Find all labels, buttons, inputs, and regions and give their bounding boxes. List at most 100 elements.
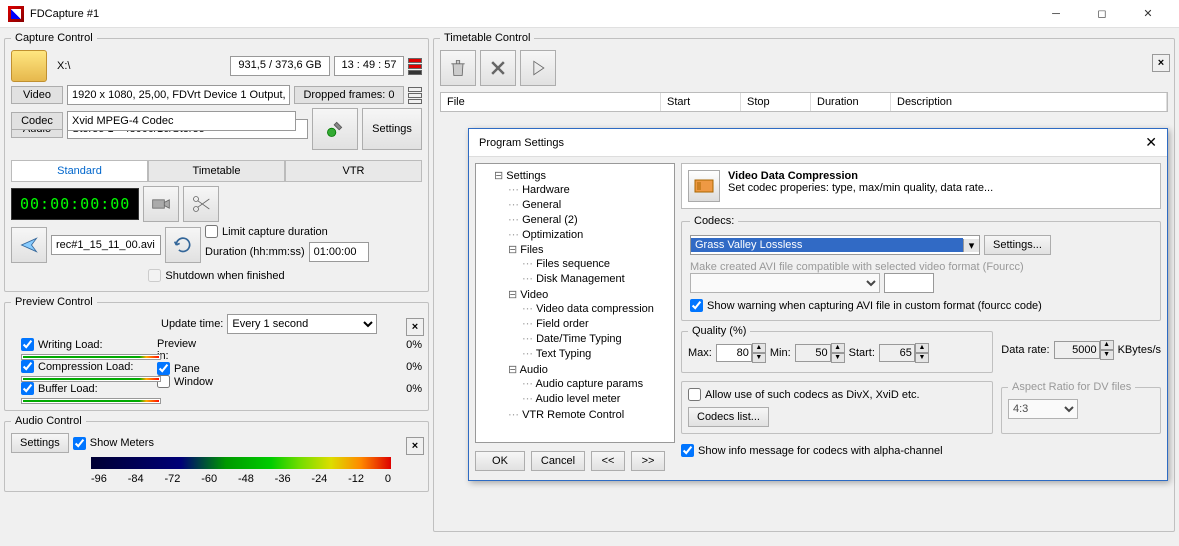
clock: 13 : 49 : 57 bbox=[334, 56, 404, 76]
tree-audio[interactable]: Audio Audio capture params Audio level m… bbox=[508, 362, 670, 407]
timetable-close[interactable]: × bbox=[1152, 54, 1170, 72]
datarate-spin: ▲▼ bbox=[1054, 340, 1114, 360]
limit-checkbox[interactable] bbox=[205, 225, 218, 238]
folder-icon[interactable] bbox=[11, 50, 47, 82]
play-icon bbox=[528, 58, 548, 78]
delete-button[interactable] bbox=[480, 50, 516, 86]
codec-field[interactable] bbox=[67, 111, 296, 131]
shutdown-checkbox bbox=[148, 269, 161, 282]
max-spin[interactable]: ▲▼ bbox=[716, 343, 766, 363]
preview-control-group: Preview Control × Update time: Every 1 s… bbox=[4, 296, 429, 411]
close-button[interactable]: ✕ bbox=[1125, 0, 1171, 28]
capture-control-title: Capture Control bbox=[11, 32, 97, 44]
timecode-display: 00:00:00:00 bbox=[11, 188, 139, 220]
trash-button[interactable] bbox=[440, 50, 476, 86]
tree-optimization[interactable]: Optimization bbox=[508, 227, 670, 242]
tree-audio-params[interactable]: Audio capture params bbox=[522, 376, 670, 391]
window-title: FDCapture #1 bbox=[30, 8, 1033, 20]
compress-icon bbox=[688, 170, 720, 202]
settings-tree[interactable]: Settings Hardware General General (2) Op… bbox=[475, 163, 675, 443]
ok-button[interactable]: OK bbox=[475, 451, 525, 471]
update-time-select[interactable]: Every 1 second bbox=[227, 314, 377, 334]
dialog-title: Program Settings bbox=[479, 137, 564, 149]
preview-close[interactable]: × bbox=[406, 318, 424, 336]
tree-file-seq[interactable]: Files sequence bbox=[522, 256, 670, 271]
next-button[interactable]: >> bbox=[631, 451, 665, 471]
refresh-button[interactable] bbox=[165, 227, 201, 263]
program-settings-dialog: Program Settings ✕ Settings Hardware Gen… bbox=[468, 128, 1168, 481]
tree-hardware[interactable]: Hardware bbox=[508, 182, 670, 197]
col-stop[interactable]: Stop bbox=[741, 93, 811, 111]
codec-select[interactable]: Grass Valley Lossless▾ bbox=[690, 235, 980, 255]
audio-close[interactable]: × bbox=[406, 437, 424, 455]
prev-button[interactable]: << bbox=[591, 451, 625, 471]
video-field[interactable] bbox=[67, 85, 290, 105]
tree-general[interactable]: General bbox=[508, 197, 670, 212]
col-start[interactable]: Start bbox=[661, 93, 741, 111]
codecs-list-button[interactable]: Codecs list... bbox=[688, 407, 769, 427]
min-spin: ▲▼ bbox=[795, 343, 845, 363]
settings-icon-button[interactable] bbox=[312, 108, 358, 150]
audio-meter bbox=[91, 457, 391, 469]
tab-standard[interactable]: Standard bbox=[11, 160, 148, 181]
writing-load-checkbox[interactable] bbox=[21, 338, 34, 351]
play-button[interactable] bbox=[520, 50, 556, 86]
refresh-icon bbox=[173, 235, 193, 255]
col-duration[interactable]: Duration bbox=[811, 93, 891, 111]
tree-vtr[interactable]: VTR Remote Control bbox=[508, 407, 670, 422]
info-checkbox[interactable] bbox=[681, 444, 694, 457]
audio-control-title: Audio Control bbox=[11, 415, 86, 427]
buffer-load-checkbox[interactable] bbox=[21, 382, 34, 395]
tree-audio-meter[interactable]: Audio level meter bbox=[522, 391, 670, 406]
warn-checkbox[interactable] bbox=[690, 299, 703, 312]
plane-button[interactable] bbox=[11, 227, 47, 263]
cut-button[interactable] bbox=[183, 186, 219, 222]
filename-field[interactable] bbox=[51, 235, 161, 255]
app-icon bbox=[8, 6, 24, 22]
codec-label[interactable]: Codec bbox=[11, 112, 63, 130]
start-spin: ▲▼ bbox=[879, 343, 929, 363]
panel-heading: Video Data Compression bbox=[728, 170, 993, 182]
compression-load-checkbox[interactable] bbox=[21, 360, 34, 373]
allow-codecs-checkbox[interactable] bbox=[688, 388, 701, 401]
tree-video[interactable]: Video Video data compression Field order… bbox=[508, 287, 670, 362]
x-icon bbox=[488, 58, 508, 78]
fourcc-select bbox=[690, 273, 880, 293]
col-description[interactable]: Description bbox=[891, 93, 1167, 111]
tree-field-order[interactable]: Field order bbox=[522, 316, 670, 331]
plane-icon bbox=[19, 235, 39, 255]
settings-button[interactable]: Settings bbox=[362, 108, 422, 150]
video-label[interactable]: Video bbox=[11, 86, 63, 104]
aspect-select: 4:3 bbox=[1008, 399, 1078, 419]
tree-general-2[interactable]: General (2) bbox=[508, 212, 670, 227]
preview-control-title: Preview Control bbox=[11, 296, 97, 308]
tree-files[interactable]: Files Files sequence Disk Management bbox=[508, 242, 670, 287]
tree-disk-mgmt[interactable]: Disk Management bbox=[522, 271, 670, 286]
timetable-control-title: Timetable Control bbox=[440, 32, 534, 44]
tree-settings[interactable]: Settings Hardware General General (2) Op… bbox=[494, 168, 670, 423]
audio-settings-button[interactable]: Settings bbox=[11, 433, 69, 453]
tree-date-typing[interactable]: Date/Time Typing bbox=[522, 331, 670, 346]
level-indicator bbox=[408, 58, 422, 75]
camera-icon bbox=[151, 194, 171, 214]
gear-wrench-icon bbox=[325, 119, 345, 139]
buffer-load-meter bbox=[21, 398, 161, 404]
maximize-button[interactable]: ◻ bbox=[1079, 0, 1125, 28]
codec-settings-button[interactable]: Settings... bbox=[984, 235, 1051, 255]
tree-vdc[interactable]: Video data compression bbox=[522, 301, 670, 316]
show-meters-checkbox[interactable] bbox=[73, 437, 86, 450]
tree-text-typing[interactable]: Text Typing bbox=[522, 346, 670, 361]
duration-field[interactable] bbox=[309, 242, 369, 262]
audio-ticks: -96-84-72-60-48-36-24-120 bbox=[91, 473, 391, 485]
dialog-close-button[interactable]: ✕ bbox=[1145, 134, 1157, 151]
scissors-icon bbox=[191, 194, 211, 214]
minimize-button[interactable]: ─ bbox=[1033, 0, 1079, 28]
record-button[interactable] bbox=[143, 186, 179, 222]
col-file[interactable]: File bbox=[441, 93, 661, 111]
tab-vtr[interactable]: VTR bbox=[285, 160, 422, 181]
capture-path: X:\ bbox=[57, 60, 70, 72]
trash-icon bbox=[448, 58, 468, 78]
tab-timetable[interactable]: Timetable bbox=[148, 160, 285, 181]
dropped-frames: Dropped frames: 0 bbox=[294, 86, 404, 104]
cancel-button[interactable]: Cancel bbox=[531, 451, 585, 471]
